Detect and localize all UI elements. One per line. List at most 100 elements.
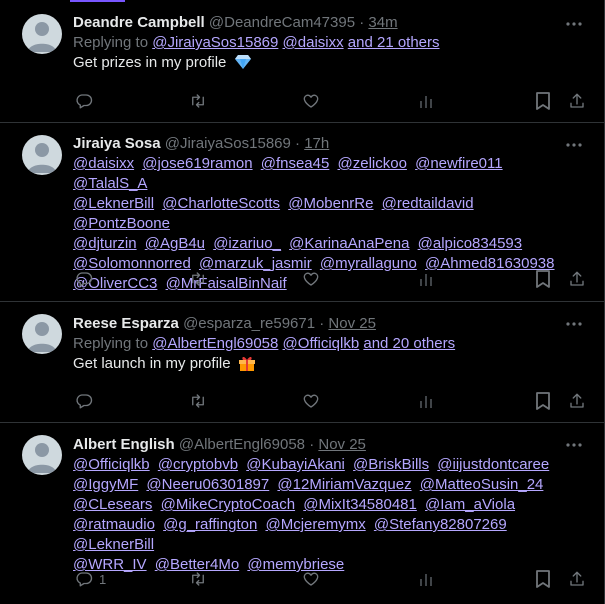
mention-link[interactable]: @Mcjeremymx bbox=[265, 516, 365, 533]
retweet-button[interactable] bbox=[188, 569, 208, 589]
timestamp[interactable]: Nov 25 bbox=[328, 315, 376, 332]
mention-link[interactable]: @PontzBoone bbox=[73, 215, 170, 232]
share-icon bbox=[568, 270, 586, 288]
share-icon bbox=[568, 92, 586, 110]
more-dots-icon[interactable] bbox=[564, 135, 584, 155]
share-button[interactable] bbox=[568, 269, 586, 289]
timestamp[interactable]: Nov 25 bbox=[318, 436, 366, 453]
reply-button[interactable] bbox=[75, 269, 99, 289]
mention-link[interactable]: @g_raffington bbox=[163, 516, 257, 533]
share-button[interactable] bbox=[568, 569, 586, 589]
mention-link[interactable]: @fnsea45 bbox=[261, 155, 330, 172]
mention-link[interactable]: @Neeru06301897 bbox=[146, 476, 269, 493]
like-button[interactable] bbox=[302, 91, 320, 111]
reply-mention[interactable]: @Officiqlkb bbox=[283, 335, 360, 352]
bookmark-button[interactable] bbox=[535, 391, 551, 411]
replying-prefix: Replying to bbox=[73, 34, 149, 51]
mention-link[interactable]: @MatteoSusin_24 bbox=[420, 476, 544, 493]
timestamp[interactable]: 34m bbox=[368, 14, 397, 31]
tweet-header: Reese Esparza @esparza_re59671 · Nov 25 bbox=[73, 314, 554, 334]
mention-link[interactable]: @iijustdontcaree bbox=[437, 456, 549, 473]
heart-icon bbox=[302, 392, 320, 410]
retweet-icon bbox=[188, 270, 208, 288]
share-button[interactable] bbox=[568, 91, 586, 111]
mention-link[interactable]: @AgB4u bbox=[145, 235, 205, 252]
mention-link[interactable]: @daisixx bbox=[73, 155, 134, 172]
author-handle[interactable]: @JiraiyaSos15869 bbox=[165, 135, 291, 152]
tweet-4[interactable]: Albert English @AlbertEngl69058 · Nov 25… bbox=[0, 423, 604, 604]
bookmark-icon bbox=[535, 270, 551, 288]
mention-link[interactable]: @alpico834593 bbox=[418, 235, 522, 252]
mention-link[interactable]: @KarinaAnaPena bbox=[289, 235, 409, 252]
mention-link[interactable]: @BriskBills bbox=[353, 456, 429, 473]
retweet-button[interactable] bbox=[188, 91, 208, 111]
like-button[interactable] bbox=[302, 269, 320, 289]
mention-link[interactable]: @zelickoo bbox=[338, 155, 407, 172]
retweet-icon bbox=[188, 392, 208, 410]
action-bar bbox=[73, 91, 593, 115]
mention-link[interactable]: @CharlotteScotts bbox=[162, 195, 280, 212]
mention-link[interactable]: @ratmaudio bbox=[73, 516, 155, 533]
mention-link[interactable]: @Stefany82807269 bbox=[374, 516, 507, 533]
mention-link[interactable]: @CLesears bbox=[73, 496, 152, 513]
tweet-1[interactable]: Deandre Campbell @DeandreCam47395 · 34m … bbox=[0, 0, 604, 123]
retweet-button[interactable] bbox=[188, 269, 208, 289]
more-dots-icon[interactable] bbox=[564, 314, 584, 334]
avatar[interactable] bbox=[22, 14, 62, 54]
reply-icon bbox=[75, 92, 93, 110]
reply-mention[interactable]: @JiraiyaSos15869 bbox=[152, 34, 278, 51]
mention-link[interactable]: @LeknerBill bbox=[73, 536, 154, 553]
mention-link[interactable]: @djturzin bbox=[73, 235, 137, 252]
mention-link[interactable]: @izariuo_ bbox=[213, 235, 281, 252]
tweet-3[interactable]: Reese Esparza @esparza_re59671 · Nov 25 … bbox=[0, 302, 604, 423]
bookmark-button[interactable] bbox=[535, 569, 551, 589]
mention-link[interactable]: @newfire011 bbox=[415, 155, 503, 172]
timestamp[interactable]: 17h bbox=[304, 135, 329, 152]
reply-button[interactable] bbox=[75, 91, 99, 111]
avatar[interactable] bbox=[22, 314, 62, 354]
retweet-button[interactable] bbox=[188, 391, 208, 411]
author-name[interactable]: Jiraiya Sosa bbox=[73, 135, 161, 152]
like-button[interactable] bbox=[302, 569, 320, 589]
reply-others-link[interactable]: and 20 others bbox=[363, 335, 455, 352]
avatar[interactable] bbox=[22, 435, 62, 475]
mention-link[interactable]: @TalalS_A bbox=[73, 175, 147, 192]
mention-link[interactable]: @redtaildavid bbox=[382, 195, 474, 212]
like-button[interactable] bbox=[302, 391, 320, 411]
reply-mention[interactable]: @daisixx bbox=[283, 34, 344, 51]
bookmark-button[interactable] bbox=[535, 91, 551, 111]
separator-dot: · bbox=[359, 14, 365, 31]
author-handle[interactable]: @AlbertEngl69058 bbox=[179, 436, 305, 453]
share-button[interactable] bbox=[568, 391, 586, 411]
more-dots-icon[interactable] bbox=[564, 14, 584, 34]
author-name[interactable]: Albert English bbox=[73, 436, 175, 453]
author-name[interactable]: Deandre Campbell bbox=[73, 14, 205, 31]
reply-button[interactable]: 1 bbox=[75, 569, 106, 589]
views-button[interactable] bbox=[418, 569, 434, 589]
mention-link[interactable]: @LeknerBill bbox=[73, 195, 154, 212]
mention-link[interactable]: @Iam_aViola bbox=[425, 496, 515, 513]
author-name[interactable]: Reese Esparza bbox=[73, 315, 179, 332]
separator-dot: · bbox=[309, 436, 315, 453]
author-handle[interactable]: @esparza_re59671 bbox=[183, 315, 315, 332]
views-button[interactable] bbox=[418, 91, 434, 111]
mention-link[interactable]: @MikeCryptoCoach bbox=[161, 496, 295, 513]
mention-link[interactable]: @IggyMF bbox=[73, 476, 138, 493]
views-button[interactable] bbox=[418, 269, 434, 289]
reply-mention[interactable]: @AlbertEngl69058 bbox=[152, 335, 278, 352]
mention-link[interactable]: @Officiqlkb bbox=[73, 456, 150, 473]
mention-link[interactable]: @jose619ramon bbox=[142, 155, 252, 172]
author-handle[interactable]: @DeandreCam47395 bbox=[209, 14, 355, 31]
mention-link[interactable]: @12MiriamVazquez bbox=[277, 476, 411, 493]
tweet-text: Get launch in my profile bbox=[73, 354, 554, 377]
bookmark-button[interactable] bbox=[535, 269, 551, 289]
reply-button[interactable] bbox=[75, 391, 99, 411]
tweet-2[interactable]: Jiraiya Sosa @JiraiyaSos15869 · 17h @dai… bbox=[0, 123, 604, 302]
mention-link[interactable]: @cryptobvb bbox=[158, 456, 238, 473]
mention-link[interactable]: @MixIt34580481 bbox=[303, 496, 417, 513]
mention-link[interactable]: @KubayiAkani bbox=[246, 456, 345, 473]
views-button[interactable] bbox=[418, 391, 434, 411]
reply-others-link[interactable]: and 21 others bbox=[348, 34, 440, 51]
avatar[interactable] bbox=[22, 135, 62, 175]
mention-link[interactable]: @MobenrRe bbox=[288, 195, 373, 212]
